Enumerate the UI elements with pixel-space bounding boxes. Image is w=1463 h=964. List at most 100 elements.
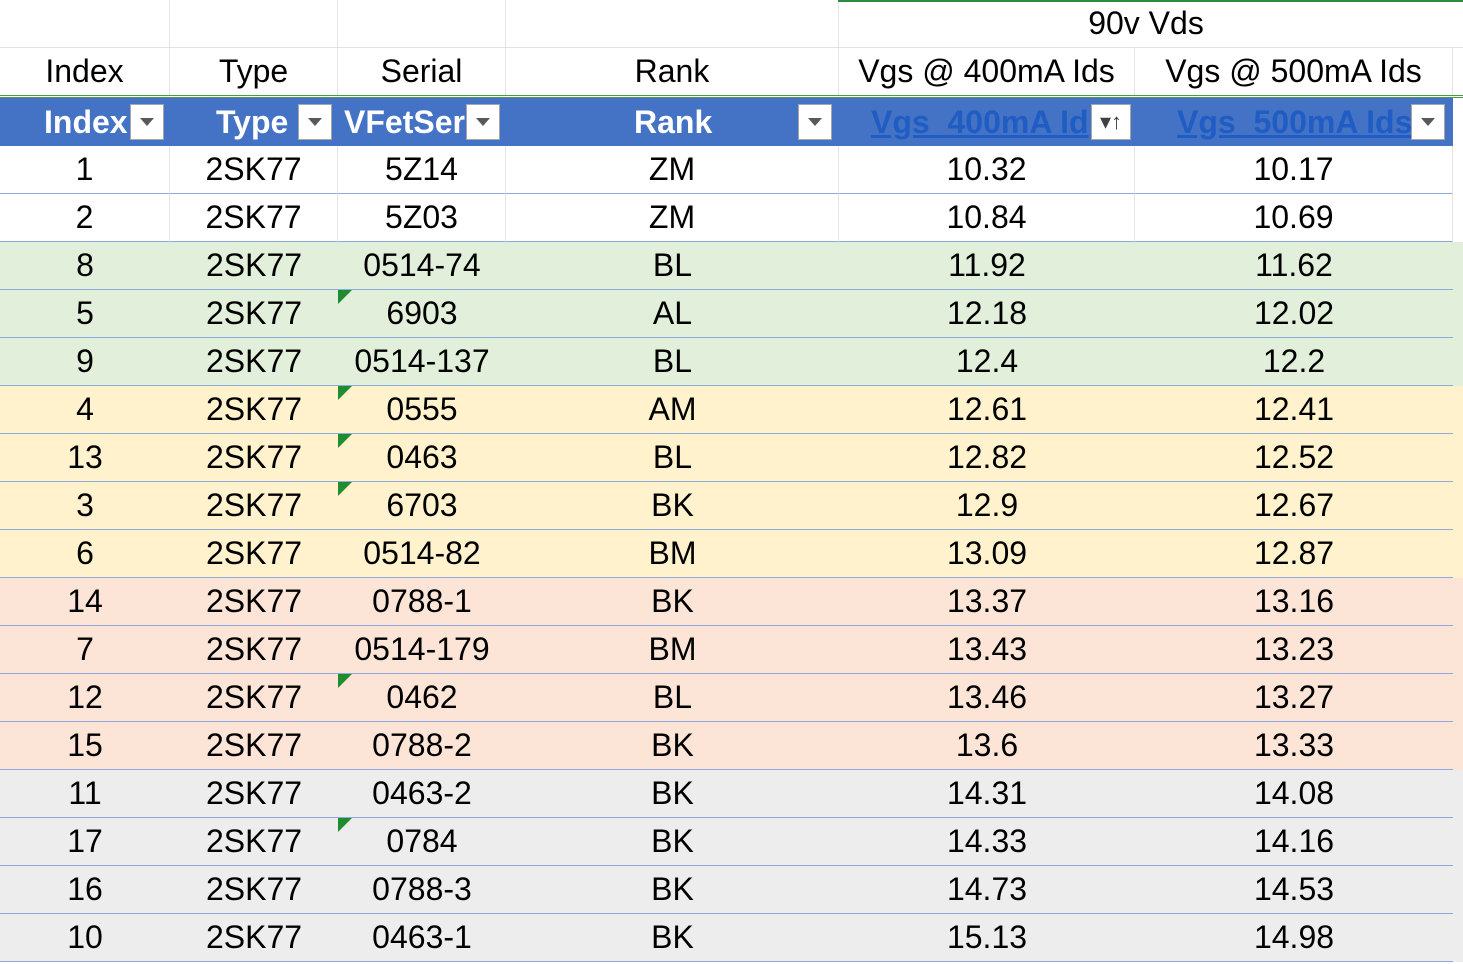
cell-type[interactable]: 2SK77	[170, 674, 338, 722]
cell-serial[interactable]: 0514-82	[338, 530, 506, 578]
cell-rank[interactable]: BM	[506, 626, 839, 674]
cell-vgs400[interactable]: 13.09	[839, 530, 1135, 578]
col-header-type[interactable]: Type	[170, 98, 338, 146]
cell-rank[interactable]: BL	[506, 674, 839, 722]
cell-vgs400[interactable]: 10.84	[839, 194, 1135, 242]
cell-rank[interactable]: AL	[506, 290, 839, 338]
cell-rank[interactable]: BL	[506, 242, 839, 290]
cell-type[interactable]: 2SK77	[170, 578, 338, 626]
col-header-vgs500[interactable]: Vgs_500mA Ids	[1135, 98, 1453, 146]
cell-serial[interactable]: 0788-3	[338, 866, 506, 914]
col-header-index[interactable]: Index	[0, 98, 170, 146]
header-vgs500[interactable]: Vgs @ 500mA Ids	[1135, 48, 1453, 96]
cell-index[interactable]: 12	[0, 674, 170, 722]
cell-vgs500[interactable]: 12.41	[1135, 386, 1453, 434]
cell-vgs500[interactable]: 12.52	[1135, 434, 1453, 482]
cell-index[interactable]: 1	[0, 146, 170, 194]
filter-dropdown-button[interactable]	[466, 104, 500, 140]
cell-rank[interactable]: BK	[506, 770, 839, 818]
cell-type[interactable]: 2SK77	[170, 866, 338, 914]
cell-index[interactable]: 13	[0, 434, 170, 482]
cell-index[interactable]: 2	[0, 194, 170, 242]
cell-serial[interactable]: 0784	[338, 818, 506, 866]
cell-type[interactable]: 2SK77	[170, 146, 338, 194]
cell-vgs500[interactable]: 14.08	[1135, 770, 1453, 818]
cell-index[interactable]: 14	[0, 578, 170, 626]
cell-vgs500[interactable]: 11.62	[1135, 242, 1453, 290]
cell-vgs500[interactable]: 13.16	[1135, 578, 1453, 626]
cell-serial[interactable]: 5Z03	[338, 194, 506, 242]
cell-vgs500[interactable]: 14.16	[1135, 818, 1453, 866]
cell-vgs400[interactable]: 10.32	[839, 146, 1135, 194]
cell-index[interactable]: 6	[0, 530, 170, 578]
cell-type[interactable]: 2SK77	[170, 770, 338, 818]
cell-vgs400[interactable]: 13.37	[839, 578, 1135, 626]
cell-index[interactable]: 8	[0, 242, 170, 290]
cell-serial[interactable]: 0555	[338, 386, 506, 434]
cell-vgs500[interactable]: 13.23	[1135, 626, 1453, 674]
cell-vgs500[interactable]: 13.33	[1135, 722, 1453, 770]
cell-index[interactable]: 7	[0, 626, 170, 674]
cell-vgs500[interactable]: 14.98	[1135, 914, 1453, 962]
cell-vgs500[interactable]: 12.02	[1135, 290, 1453, 338]
cell-vgs400[interactable]: 12.9	[839, 482, 1135, 530]
error-indicator-icon[interactable]	[338, 674, 352, 688]
cell-empty[interactable]	[0, 0, 170, 48]
cell-empty[interactable]	[1453, 0, 1463, 48]
group-title-cell[interactable]: 90v Vds	[839, 0, 1453, 48]
header-vgs400[interactable]: Vgs @ 400mA Ids	[839, 48, 1135, 96]
cell-vgs400[interactable]: 14.73	[839, 866, 1135, 914]
cell-type[interactable]: 2SK77	[170, 818, 338, 866]
col-header-serial[interactable]: VFetSer	[338, 98, 506, 146]
cell-rank[interactable]: BK	[506, 866, 839, 914]
cell-rank[interactable]: AM	[506, 386, 839, 434]
cell-type[interactable]: 2SK77	[170, 194, 338, 242]
cell-empty[interactable]	[170, 0, 338, 48]
error-indicator-icon[interactable]	[338, 482, 352, 496]
cell-type[interactable]: 2SK77	[170, 338, 338, 386]
cell-rank[interactable]: BK	[506, 482, 839, 530]
cell-serial[interactable]: 0463-2	[338, 770, 506, 818]
col-header-rank[interactable]: Rank	[506, 98, 839, 146]
cell-serial[interactable]: 0463	[338, 434, 506, 482]
cell-serial[interactable]: 6903	[338, 290, 506, 338]
cell-serial[interactable]: 0788-1	[338, 578, 506, 626]
cell-vgs500[interactable]: 12.2	[1135, 338, 1453, 386]
cell-vgs400[interactable]: 12.18	[839, 290, 1135, 338]
header-type[interactable]: Type	[170, 48, 338, 96]
error-indicator-icon[interactable]	[338, 290, 352, 304]
sort-ascending-icon[interactable]: ▾↑	[1091, 104, 1131, 140]
cell-index[interactable]: 5	[0, 290, 170, 338]
cell-vgs400[interactable]: 13.46	[839, 674, 1135, 722]
header-serial[interactable]: Serial	[338, 48, 506, 96]
cell-type[interactable]: 2SK77	[170, 242, 338, 290]
error-indicator-icon[interactable]	[338, 386, 352, 400]
cell-index[interactable]: 15	[0, 722, 170, 770]
cell-rank[interactable]: BK	[506, 818, 839, 866]
cell-rank[interactable]: ZM	[506, 194, 839, 242]
cell-serial[interactable]: 5Z14	[338, 146, 506, 194]
cell-vgs500[interactable]: 12.87	[1135, 530, 1453, 578]
cell-type[interactable]: 2SK77	[170, 722, 338, 770]
cell-type[interactable]: 2SK77	[170, 290, 338, 338]
error-indicator-icon[interactable]	[338, 818, 352, 832]
filter-dropdown-button[interactable]	[298, 104, 332, 140]
header-rank[interactable]: Rank	[506, 48, 839, 96]
header-index[interactable]: Index	[0, 48, 170, 96]
cell-index[interactable]: 3	[0, 482, 170, 530]
cell-rank[interactable]: ZM	[506, 146, 839, 194]
cell-vgs500[interactable]: 13.27	[1135, 674, 1453, 722]
cell-index[interactable]: 10	[0, 914, 170, 962]
cell-vgs500[interactable]: 14.53	[1135, 866, 1453, 914]
filter-dropdown-button[interactable]	[798, 104, 832, 140]
cell-serial[interactable]: 6703	[338, 482, 506, 530]
cell-type[interactable]: 2SK77	[170, 914, 338, 962]
cell-rank[interactable]: BL	[506, 434, 839, 482]
cell-vgs400[interactable]: 14.31	[839, 770, 1135, 818]
cell-vgs400[interactable]: 13.6	[839, 722, 1135, 770]
cell-rank[interactable]: BK	[506, 914, 839, 962]
cell-serial[interactable]: 0514-74	[338, 242, 506, 290]
cell-rank[interactable]: BL	[506, 338, 839, 386]
cell-rank[interactable]: BK	[506, 578, 839, 626]
cell-index[interactable]: 4	[0, 386, 170, 434]
